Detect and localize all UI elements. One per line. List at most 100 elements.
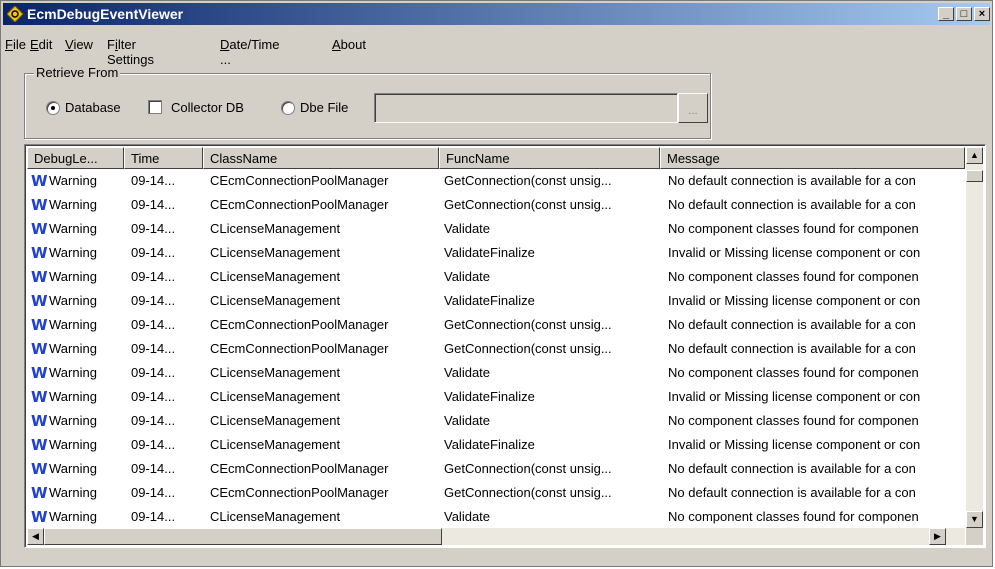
list-rows: W Warning 09-14... CEcmConnectionPoolManage… bbox=[27, 169, 965, 529]
warning-w-icon: W bbox=[31, 196, 48, 214]
cell-debuglevel: Warning bbox=[49, 389, 97, 404]
vertical-scrollbar[interactable]: ▲ ▼ bbox=[966, 147, 983, 528]
table-row[interactable]: W Warning 09-14... CEcmConnectionPoolManage… bbox=[27, 457, 965, 481]
table-row[interactable]: W Warning 09-14... CLicenseManagement Valida… bbox=[27, 217, 965, 241]
dbe-file-label[interactable]: Dbe File bbox=[300, 100, 348, 115]
cell-debuglevel: Warning bbox=[49, 509, 97, 524]
column-header-classname[interactable]: ClassName bbox=[203, 147, 439, 169]
cell-debuglevel: Warning bbox=[49, 293, 97, 308]
cell-funcname: GetConnection(const unsig... bbox=[444, 485, 612, 500]
cell-time: 09-14... bbox=[131, 293, 176, 308]
warning-w-icon: W bbox=[31, 436, 48, 454]
cell-debuglevel: Warning bbox=[49, 197, 97, 212]
table-row[interactable]: W Warning 09-14... CLicenseManagement Valida… bbox=[27, 433, 965, 457]
table-row[interactable]: W Warning 09-14... CLicenseManagement Valida… bbox=[27, 505, 965, 529]
table-row[interactable]: W Warning 09-14... CEcmConnectionPoolManage… bbox=[27, 337, 965, 361]
cell-classname: CEcmConnectionPoolManager bbox=[210, 461, 389, 476]
close-button[interactable]: × bbox=[974, 7, 990, 21]
database-label[interactable]: Database bbox=[65, 100, 121, 115]
app-diamond-icon bbox=[7, 6, 23, 22]
cell-time: 09-14... bbox=[131, 509, 176, 524]
minimize-button[interactable]: _ bbox=[938, 7, 954, 21]
scroll-thumb[interactable] bbox=[966, 170, 983, 182]
cell-time: 09-14... bbox=[131, 245, 176, 260]
cell-time: 09-14... bbox=[131, 389, 176, 404]
table-row[interactable]: W Warning 09-14... CLicenseManagement Valida… bbox=[27, 385, 965, 409]
cell-classname: CEcmConnectionPoolManager bbox=[210, 485, 389, 500]
retrieve-from-label: Retrieve From bbox=[34, 65, 121, 80]
cell-message: No component classes found for componen bbox=[668, 413, 919, 428]
menu-date-label: ate/Time ... bbox=[220, 37, 280, 67]
column-header-time[interactable]: Time bbox=[124, 147, 203, 169]
menu-filter-pre: F bbox=[107, 37, 115, 52]
menu-about[interactable]: About bbox=[332, 37, 366, 52]
horizontal-scrollbar[interactable]: ◀ ▶ bbox=[27, 528, 965, 545]
hscroll-thumb[interactable] bbox=[44, 528, 442, 545]
warning-w-icon: W bbox=[31, 268, 48, 286]
cell-funcname: Validate bbox=[444, 509, 491, 524]
table-row[interactable]: W Warning 09-14... CLicenseManagement Valida… bbox=[27, 265, 965, 289]
cell-message: No default connection is available for a… bbox=[668, 461, 916, 476]
dbe-file-radio[interactable] bbox=[281, 101, 295, 115]
table-row[interactable]: W Warning 09-14... CLicenseManagement Valida… bbox=[27, 241, 965, 265]
cell-classname: CLicenseManagement bbox=[210, 221, 341, 236]
cell-debuglevel: Warning bbox=[49, 269, 97, 284]
cell-classname: CLicenseManagement bbox=[210, 509, 341, 524]
column-header-debuglevel[interactable]: DebugLe... bbox=[27, 147, 124, 169]
cell-message: No default connection is available for a… bbox=[668, 197, 916, 212]
table-row[interactable]: W Warning 09-14... CLicenseManagement Valida… bbox=[27, 409, 965, 433]
column-header-funcname[interactable]: FuncName bbox=[439, 147, 660, 169]
table-row[interactable]: W Warning 09-14... CEcmConnectionPoolManage… bbox=[27, 481, 965, 505]
cell-funcname: GetConnection(const unsig... bbox=[444, 173, 612, 188]
cell-funcname: Validate bbox=[444, 221, 491, 236]
scroll-down-icon[interactable]: ▼ bbox=[966, 511, 983, 528]
event-list[interactable]: DebugLe... Time ClassName FuncName Messa… bbox=[24, 144, 986, 548]
cell-message: No default connection is available for a… bbox=[668, 485, 916, 500]
collector-db-label[interactable]: Collector DB bbox=[171, 100, 244, 115]
cell-funcname: GetConnection(const unsig... bbox=[444, 461, 612, 476]
cell-time: 09-14... bbox=[131, 197, 176, 212]
cell-message: Invalid or Missing license component or … bbox=[668, 389, 921, 404]
cell-classname: CEcmConnectionPoolManager bbox=[210, 173, 389, 188]
table-row[interactable]: W Warning 09-14... CEcmConnectionPoolManage… bbox=[27, 169, 965, 193]
menu-filter-settings[interactable]: Filter Settings bbox=[107, 37, 154, 67]
column-header-message[interactable]: Message bbox=[660, 147, 965, 169]
table-row[interactable]: W Warning 09-14... CLicenseManagement Valida… bbox=[27, 289, 965, 313]
cell-time: 09-14... bbox=[131, 317, 176, 332]
menu-about-accel: A bbox=[332, 37, 341, 52]
warning-w-icon: W bbox=[31, 316, 48, 334]
scroll-corner bbox=[966, 528, 983, 545]
cell-classname: CEcmConnectionPoolManager bbox=[210, 341, 389, 356]
cell-classname: CLicenseManagement bbox=[210, 365, 341, 380]
cell-message: No component classes found for componen bbox=[668, 269, 919, 284]
menu-edit-accel: E bbox=[30, 37, 39, 52]
warning-w-icon: W bbox=[31, 220, 48, 238]
cell-classname: CLicenseManagement bbox=[210, 389, 341, 404]
cell-classname: CLicenseManagement bbox=[210, 269, 341, 284]
scroll-up-icon[interactable]: ▲ bbox=[966, 147, 983, 164]
maximize-button[interactable]: □ bbox=[956, 7, 972, 21]
database-radio[interactable] bbox=[46, 101, 60, 115]
cell-debuglevel: Warning bbox=[49, 221, 97, 236]
collector-db-checkbox[interactable] bbox=[148, 100, 162, 114]
title-bar[interactable]: EcmDebugEventViewer _ □ × bbox=[3, 3, 990, 25]
cell-message: No component classes found for componen bbox=[668, 509, 919, 524]
table-row[interactable]: W Warning 09-14... CEcmConnectionPoolManage… bbox=[27, 193, 965, 217]
cell-funcname: ValidateFinalize bbox=[444, 437, 535, 452]
dbe-file-path-input[interactable] bbox=[374, 93, 678, 123]
cell-message: No component classes found for componen bbox=[668, 365, 919, 380]
scroll-left-icon[interactable]: ◀ bbox=[27, 528, 44, 545]
table-row[interactable]: W Warning 09-14... CLicenseManagement Valida… bbox=[27, 361, 965, 385]
menu-file-label: ile bbox=[12, 37, 26, 52]
menu-edit[interactable]: Edit bbox=[30, 37, 52, 52]
table-row[interactable]: W Warning 09-14... CEcmConnectionPoolManage… bbox=[27, 313, 965, 337]
list-header: DebugLe... Time ClassName FuncName Messa… bbox=[27, 147, 965, 169]
cell-funcname: GetConnection(const unsig... bbox=[444, 197, 612, 212]
warning-w-icon: W bbox=[31, 340, 48, 358]
browse-button[interactable]: ... bbox=[678, 93, 708, 123]
menu-date-time[interactable]: Date/Time ... bbox=[220, 37, 279, 67]
cell-classname: CLicenseManagement bbox=[210, 413, 341, 428]
menu-file[interactable]: File bbox=[5, 37, 26, 52]
menu-view[interactable]: View bbox=[65, 37, 93, 52]
scroll-right-icon[interactable]: ▶ bbox=[929, 528, 946, 545]
